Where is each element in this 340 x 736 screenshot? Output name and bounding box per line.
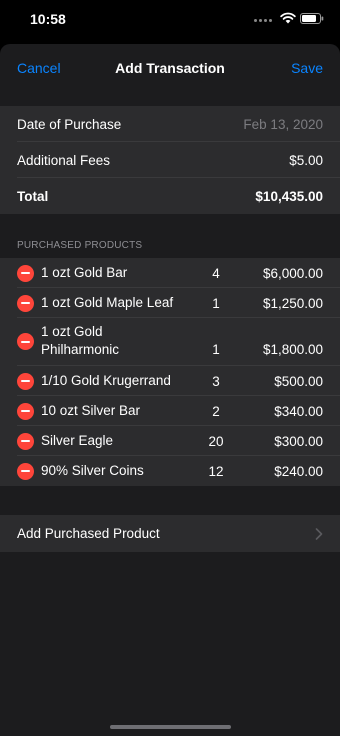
product-name: 1 ozt Gold Philharmonic: [41, 324, 120, 357]
product-name: 1/10 Gold Krugerrand: [41, 373, 171, 388]
additional-fees-label: Additional Fees: [17, 152, 111, 168]
product-name: 1 ozt Gold Bar: [41, 265, 128, 280]
product-price: $240.00: [274, 463, 323, 479]
page-title: Add Transaction: [115, 60, 225, 76]
status-bar: 10:58: [0, 0, 340, 44]
delete-item-icon[interactable]: [17, 372, 34, 390]
purchased-products-list: 1 ozt Gold Bar 4 $6,000.00 1 ozt Gold Ma…: [0, 258, 340, 486]
total-row: Total $10,435.00: [0, 178, 340, 214]
purchased-products-header: PURCHASED PRODUCTS: [17, 240, 143, 251]
product-price: $340.00: [274, 403, 323, 419]
delete-item-icon[interactable]: [17, 333, 34, 350]
product-quantity: 2: [212, 403, 220, 419]
chevron-right-icon: [315, 528, 323, 540]
product-name: 90% Silver Coins: [41, 463, 144, 478]
product-name: Silver Eagle: [41, 433, 114, 448]
delete-item-icon[interactable]: [17, 294, 34, 312]
list-item[interactable]: Silver Eagle 20 $300.00: [0, 426, 340, 456]
additional-fees-row[interactable]: Additional Fees $5.00: [0, 142, 340, 178]
date-of-purchase-field[interactable]: Feb 13, 2020: [243, 117, 323, 132]
total-label: Total: [17, 188, 49, 204]
product-price: $6,000.00: [262, 265, 323, 281]
delete-item-icon[interactable]: [17, 432, 34, 450]
product-price: $500.00: [274, 373, 323, 389]
additional-fees-field[interactable]: $5.00: [289, 153, 323, 168]
product-price: $1,800.00: [262, 342, 323, 357]
product-name: 10 ozt Silver Bar: [41, 403, 141, 418]
save-button[interactable]: Save: [291, 60, 323, 76]
add-purchased-product-row[interactable]: Add Purchased Product: [0, 515, 340, 552]
list-item[interactable]: 1 ozt Gold Bar 4 $6,000.00: [0, 258, 340, 288]
date-of-purchase-label: Date of Purchase: [17, 116, 122, 132]
list-item[interactable]: 1 ozt Gold Maple Leaf 1 $1,250.00: [0, 288, 340, 318]
product-name: 1 ozt Gold Maple Leaf: [41, 295, 174, 310]
list-item[interactable]: 10 ozt Silver Bar 2 $340.00: [0, 396, 340, 426]
date-of-purchase-row[interactable]: Date of Purchase Feb 13, 2020: [0, 106, 340, 142]
product-quantity: 12: [208, 463, 224, 479]
product-quantity: 20: [208, 433, 224, 449]
battery-icon: [300, 13, 324, 24]
add-purchased-product-button[interactable]: Add Purchased Product: [0, 515, 340, 552]
list-item[interactable]: 1/10 Gold Krugerrand 3 $500.00: [0, 366, 340, 396]
product-price: $300.00: [274, 433, 323, 449]
cellular-signal-icon: [254, 19, 272, 22]
product-quantity: 1: [212, 295, 220, 311]
add-purchased-product-label: Add Purchased Product: [17, 526, 160, 541]
list-item[interactable]: 1 ozt Gold Philharmonic 1 $1,800.00: [0, 318, 340, 366]
wifi-icon: [280, 12, 296, 24]
delete-item-icon[interactable]: [17, 264, 34, 282]
delete-item-icon[interactable]: [17, 462, 34, 480]
delete-item-icon[interactable]: [17, 402, 34, 420]
total-value: $10,435.00: [255, 188, 323, 204]
status-time: 10:58: [30, 11, 66, 27]
home-indicator[interactable]: [110, 725, 231, 729]
product-quantity: 3: [212, 373, 220, 389]
product-quantity: 4: [212, 265, 220, 281]
list-item[interactable]: 90% Silver Coins 12 $240.00: [0, 456, 340, 486]
product-quantity: 1: [212, 342, 220, 357]
add-transaction-sheet: Cancel Add Transaction Save Date of Purc…: [0, 44, 340, 736]
navigation-bar: Cancel Add Transaction Save: [0, 44, 340, 92]
product-price: $1,250.00: [262, 295, 323, 311]
transaction-summary-group: Date of Purchase Feb 13, 2020 Additional…: [0, 106, 340, 214]
